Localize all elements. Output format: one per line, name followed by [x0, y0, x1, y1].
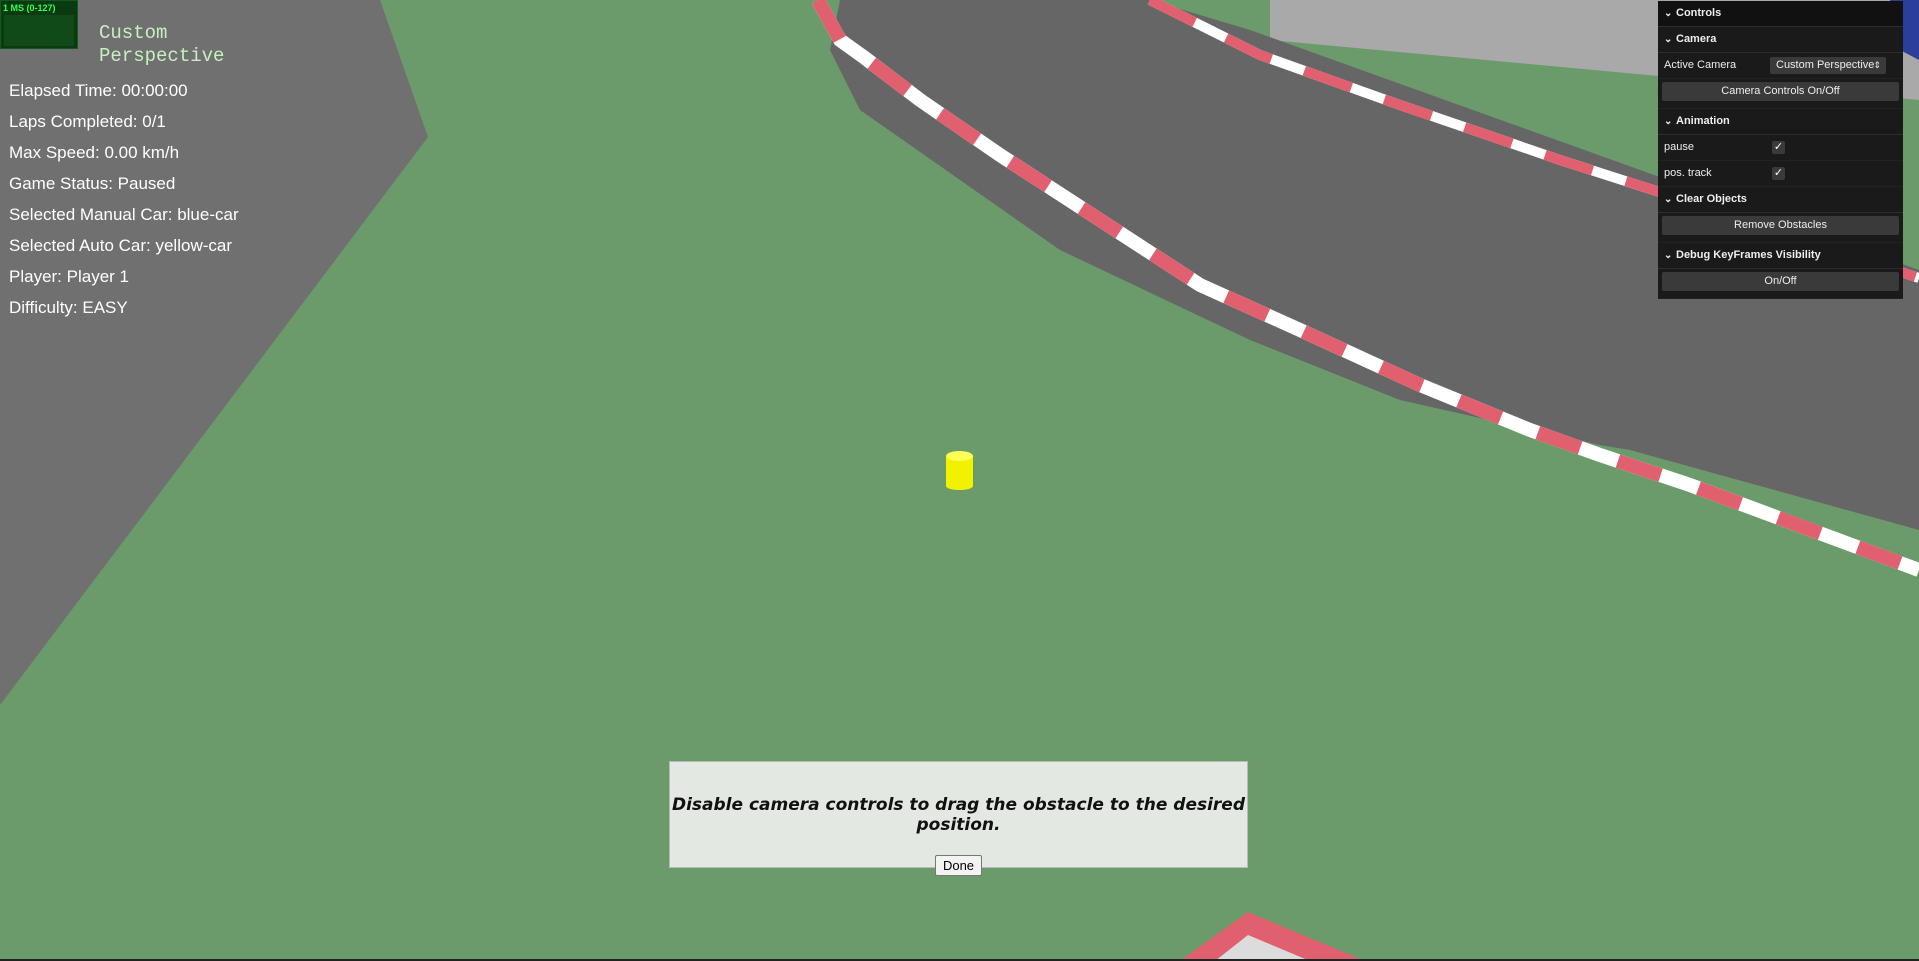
selected-manual-car: Selected Manual Car: blue-car: [9, 205, 239, 224]
game-stats: Elapsed Time: 00:00:00 Laps Completed: 0…: [9, 80, 239, 328]
selected-auto-car: Selected Auto Car: yellow-car: [9, 236, 232, 255]
pause-label: pause: [1664, 141, 1694, 153]
pause-checkbox[interactable]: ✓: [1772, 141, 1785, 154]
pos-track-row: pos. track ✓: [1658, 161, 1903, 187]
max-speed: Max Speed: 0.00 km/h: [9, 143, 180, 162]
controls-title[interactable]: ⌄ Controls: [1658, 1, 1903, 27]
laps-completed: Laps Completed: 0/1: [9, 112, 166, 131]
camera-controls-row: Camera Controls On/Off: [1658, 82, 1903, 109]
camera-name-label: Custom Perspective: [99, 22, 225, 67]
game-status: Game Status: Paused: [9, 174, 176, 193]
perf-graph: [4, 15, 74, 46]
folder-camera-label: Camera: [1676, 33, 1717, 45]
performance-monitor[interactable]: 1 MS (0-127): [0, 0, 78, 49]
folder-animation[interactable]: ⌄ Animation: [1658, 109, 1903, 135]
controls-panel: ⌄ Controls ⌄ Camera Active Camera Custom P…: [1658, 1, 1903, 299]
chevron-down-icon: ⌄: [1664, 34, 1673, 45]
pos-track-checkbox[interactable]: ✓: [1772, 167, 1785, 180]
chevron-down-icon: ⌄: [1664, 116, 1673, 127]
debug-keyframes-toggle-button[interactable]: On/Off: [1662, 272, 1899, 291]
remove-obstacles-row: Remove Obstacles: [1658, 216, 1903, 243]
camera-controls-button[interactable]: Camera Controls On/Off: [1662, 82, 1899, 101]
pause-row: pause ✓: [1658, 135, 1903, 161]
select-arrows-icon: ⇕: [1873, 60, 1881, 70]
difficulty: Difficulty: EASY: [9, 298, 128, 317]
elapsed-time: Elapsed Time: 00:00:00: [9, 81, 188, 100]
controls-title-label: Controls: [1676, 7, 1722, 19]
pos-track-label: pos. track: [1664, 167, 1712, 179]
folder-animation-label: Animation: [1676, 115, 1730, 127]
active-camera-row: Active Camera Custom Perspective ⇕: [1658, 53, 1903, 79]
player: Player: Player 1: [9, 267, 129, 286]
chevron-down-icon: ⌄: [1664, 250, 1673, 261]
remove-obstacles-button[interactable]: Remove Obstacles: [1662, 216, 1899, 235]
active-camera-value: Custom Perspective: [1776, 59, 1875, 71]
debug-toggle-row: On/Off: [1658, 272, 1903, 299]
done-button[interactable]: Done: [934, 855, 983, 876]
active-camera-select[interactable]: Custom Perspective ⇕: [1770, 57, 1886, 74]
folder-clear-objects[interactable]: ⌄ Clear Objects: [1658, 187, 1903, 213]
chevron-down-icon: ⌄: [1664, 8, 1673, 19]
check-icon: ✓: [1773, 141, 1784, 153]
dialog-message: Disable camera controls to drag the obst…: [671, 795, 1245, 835]
active-camera-label: Active Camera: [1664, 59, 1737, 71]
folder-debug-label: Debug KeyFrames Visibility: [1676, 249, 1821, 261]
instruction-dialog: Disable camera controls to drag the obst…: [669, 761, 1248, 876]
folder-clear-label: Clear Objects: [1676, 193, 1747, 205]
chevron-down-icon: ⌄: [1664, 194, 1673, 205]
folder-debug-keyframes[interactable]: ⌄ Debug KeyFrames Visibility: [1658, 243, 1903, 269]
folder-camera[interactable]: ⌄ Camera: [1658, 27, 1903, 53]
check-icon: ✓: [1773, 167, 1784, 179]
obstacle-cylinder[interactable]: [946, 451, 973, 490]
perf-label: 1 MS (0-127): [3, 3, 56, 13]
